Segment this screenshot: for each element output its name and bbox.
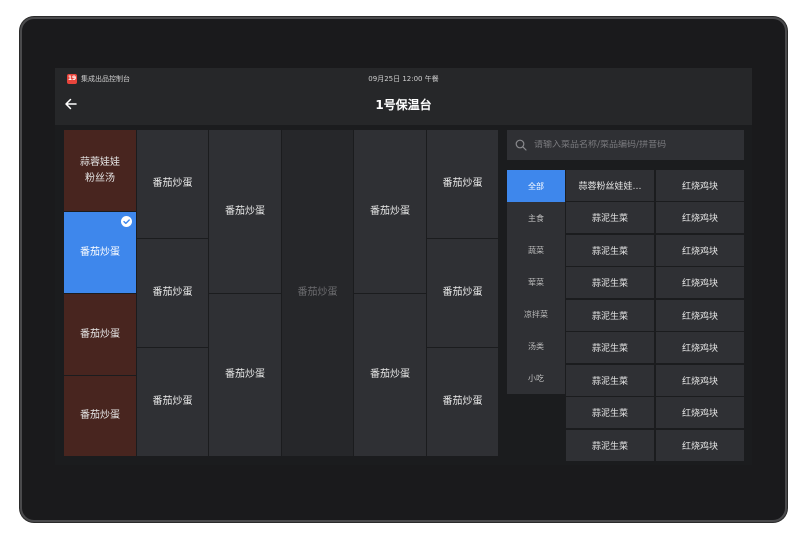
slot-col3-2[interactable]: 番茄炒蛋 [209,294,282,457]
dish-item[interactable]: 红烧鸡块 [656,397,744,428]
dish-item[interactable]: 红烧鸡块 [656,365,744,396]
dish-grid: 蒜蓉粉丝娃娃… 红烧鸡块 蒜泥生菜 红烧鸡块 蒜泥生菜 红烧鸡块 蒜泥生菜 红烧… [566,170,744,465]
dish-item[interactable]: 红烧鸡块 [656,300,744,331]
dish-item[interactable]: 红烧鸡块 [656,267,744,298]
slot-col1-1[interactable]: 蒜蓉娃娃 粉丝汤 [64,130,137,212]
dish-item[interactable]: 蒜泥生菜 [566,332,654,363]
status-bar: 19 集成出品控制台 09月25日 12:00 午餐 [55,68,752,90]
category-all[interactable]: 全部 [507,170,565,202]
slot-col3-1[interactable]: 番茄炒蛋 [209,130,282,294]
search-bar [507,130,744,160]
slot-col1-2[interactable]: 番茄炒蛋 [64,212,137,294]
dish-item[interactable]: 蒜泥生菜 [566,267,654,298]
dish-item[interactable]: 蒜泥生菜 [566,202,654,233]
page-title: 1号保温台 [375,98,432,112]
search-icon [515,139,527,151]
slot-col4-1[interactable]: 番茄炒蛋 [282,130,354,457]
dish-item[interactable]: 蒜泥生菜 [566,300,654,331]
slot-label: 番茄炒蛋 [80,246,120,258]
slot-col1-3[interactable]: 番茄炒蛋 [64,294,137,376]
slot-col2-2[interactable]: 番茄炒蛋 [137,239,209,348]
dish-item[interactable]: 蒜蓉粉丝娃娃… [566,170,654,201]
slot-col6-3[interactable]: 番茄炒蛋 [427,348,499,457]
title-bar: 1号保温台 [55,90,752,120]
category-cold-dish[interactable]: 凉拌菜 [507,298,565,330]
check-circle-icon [121,216,132,227]
dish-item[interactable]: 红烧鸡块 [656,235,744,266]
app-screen: 19 集成出品控制台 09月25日 12:00 午餐 1号保温台 蒜蓉娃娃 粉丝… [55,68,752,465]
dish-item[interactable]: 蒜泥生菜 [566,235,654,266]
slot-col5-1[interactable]: 番茄炒蛋 [354,130,427,294]
slot-col2-1[interactable]: 番茄炒蛋 [137,130,209,239]
content-area: 蒜蓉娃娃 粉丝汤 番茄炒蛋 番茄炒蛋 番茄炒蛋 番茄炒蛋 番茄炒蛋 番茄炒蛋 番… [55,125,752,465]
dish-item[interactable]: 红烧鸡块 [656,430,744,461]
category-meat[interactable]: 荤菜 [507,266,565,298]
slot-col2-3[interactable]: 番茄炒蛋 [137,348,209,457]
dish-item[interactable]: 蒜泥生菜 [566,365,654,396]
datetime-meal: 09月25日 12:00 午餐 [368,75,439,83]
slot-col6-1[interactable]: 番茄炒蛋 [427,130,499,239]
search-input[interactable] [534,140,734,150]
dish-item[interactable]: 蒜泥生菜 [566,430,654,461]
slot-col1-4[interactable]: 番茄炒蛋 [64,376,137,457]
dish-item[interactable]: 蒜泥生菜 [566,397,654,428]
category-vegetable[interactable]: 蔬菜 [507,234,565,266]
category-snack[interactable]: 小吃 [507,362,565,394]
category-list: 全部 主食 蔬菜 荤菜 凉拌菜 汤类 小吃 [507,170,565,394]
dish-item[interactable]: 红烧鸡块 [656,202,744,233]
dish-item[interactable]: 红烧鸡块 [656,332,744,363]
slot-col5-2[interactable]: 番茄炒蛋 [354,294,427,457]
slot-col6-2[interactable]: 番茄炒蛋 [427,239,499,348]
dish-item[interactable]: 红烧鸡块 [656,170,744,201]
category-soup[interactable]: 汤类 [507,330,565,362]
category-staple[interactable]: 主食 [507,202,565,234]
